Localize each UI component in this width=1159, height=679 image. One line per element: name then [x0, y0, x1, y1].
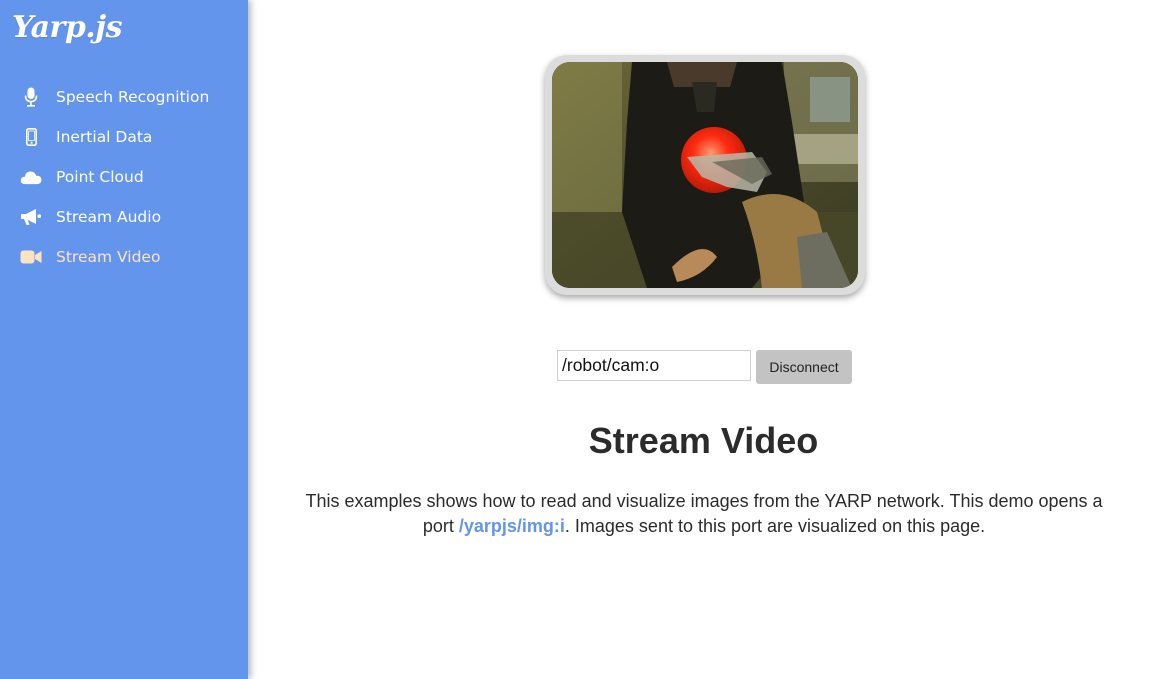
port-name-link[interactable]: /yarpjs/img:i [459, 516, 565, 536]
video-stream-image [552, 62, 858, 288]
page-title: Stream Video [588, 420, 819, 461]
video-frame [545, 55, 865, 295]
sidebar-item-label: Inertial Data [56, 128, 153, 146]
port-input[interactable] [557, 350, 751, 381]
sidebar-item-point-cloud[interactable]: Point Cloud [0, 157, 248, 197]
sidebar-nav: Speech Recognition Inertial Data Point C… [0, 77, 248, 277]
microphone-icon [20, 87, 42, 107]
sidebar: Yarp.js Speech Recognition Inertial Data… [0, 0, 248, 679]
sidebar-item-label: Point Cloud [56, 168, 144, 186]
sidebar-item-inertial-data[interactable]: Inertial Data [0, 117, 248, 157]
video-camera-icon [20, 247, 42, 267]
mobile-phone-icon [20, 127, 42, 147]
page-description: This examples shows how to read and visu… [288, 489, 1120, 539]
app-logo[interactable]: Yarp.js [12, 10, 123, 45]
sidebar-item-label: Stream Audio [56, 208, 162, 226]
megaphone-icon [20, 207, 42, 227]
sidebar-item-label: Speech Recognition [56, 88, 210, 106]
cloud-icon [20, 167, 42, 187]
disconnect-button[interactable]: Disconnect [756, 350, 852, 384]
sidebar-item-label: Stream Video [56, 248, 161, 266]
main-content: Disconnect Stream Video This examples sh… [248, 0, 1159, 679]
sidebar-item-speech-recognition[interactable]: Speech Recognition [0, 77, 248, 117]
description-text-end: . Images sent to this port are visualize… [564, 516, 986, 536]
sidebar-item-stream-video[interactable]: Stream Video [0, 237, 248, 277]
sidebar-item-stream-audio[interactable]: Stream Audio [0, 197, 248, 237]
